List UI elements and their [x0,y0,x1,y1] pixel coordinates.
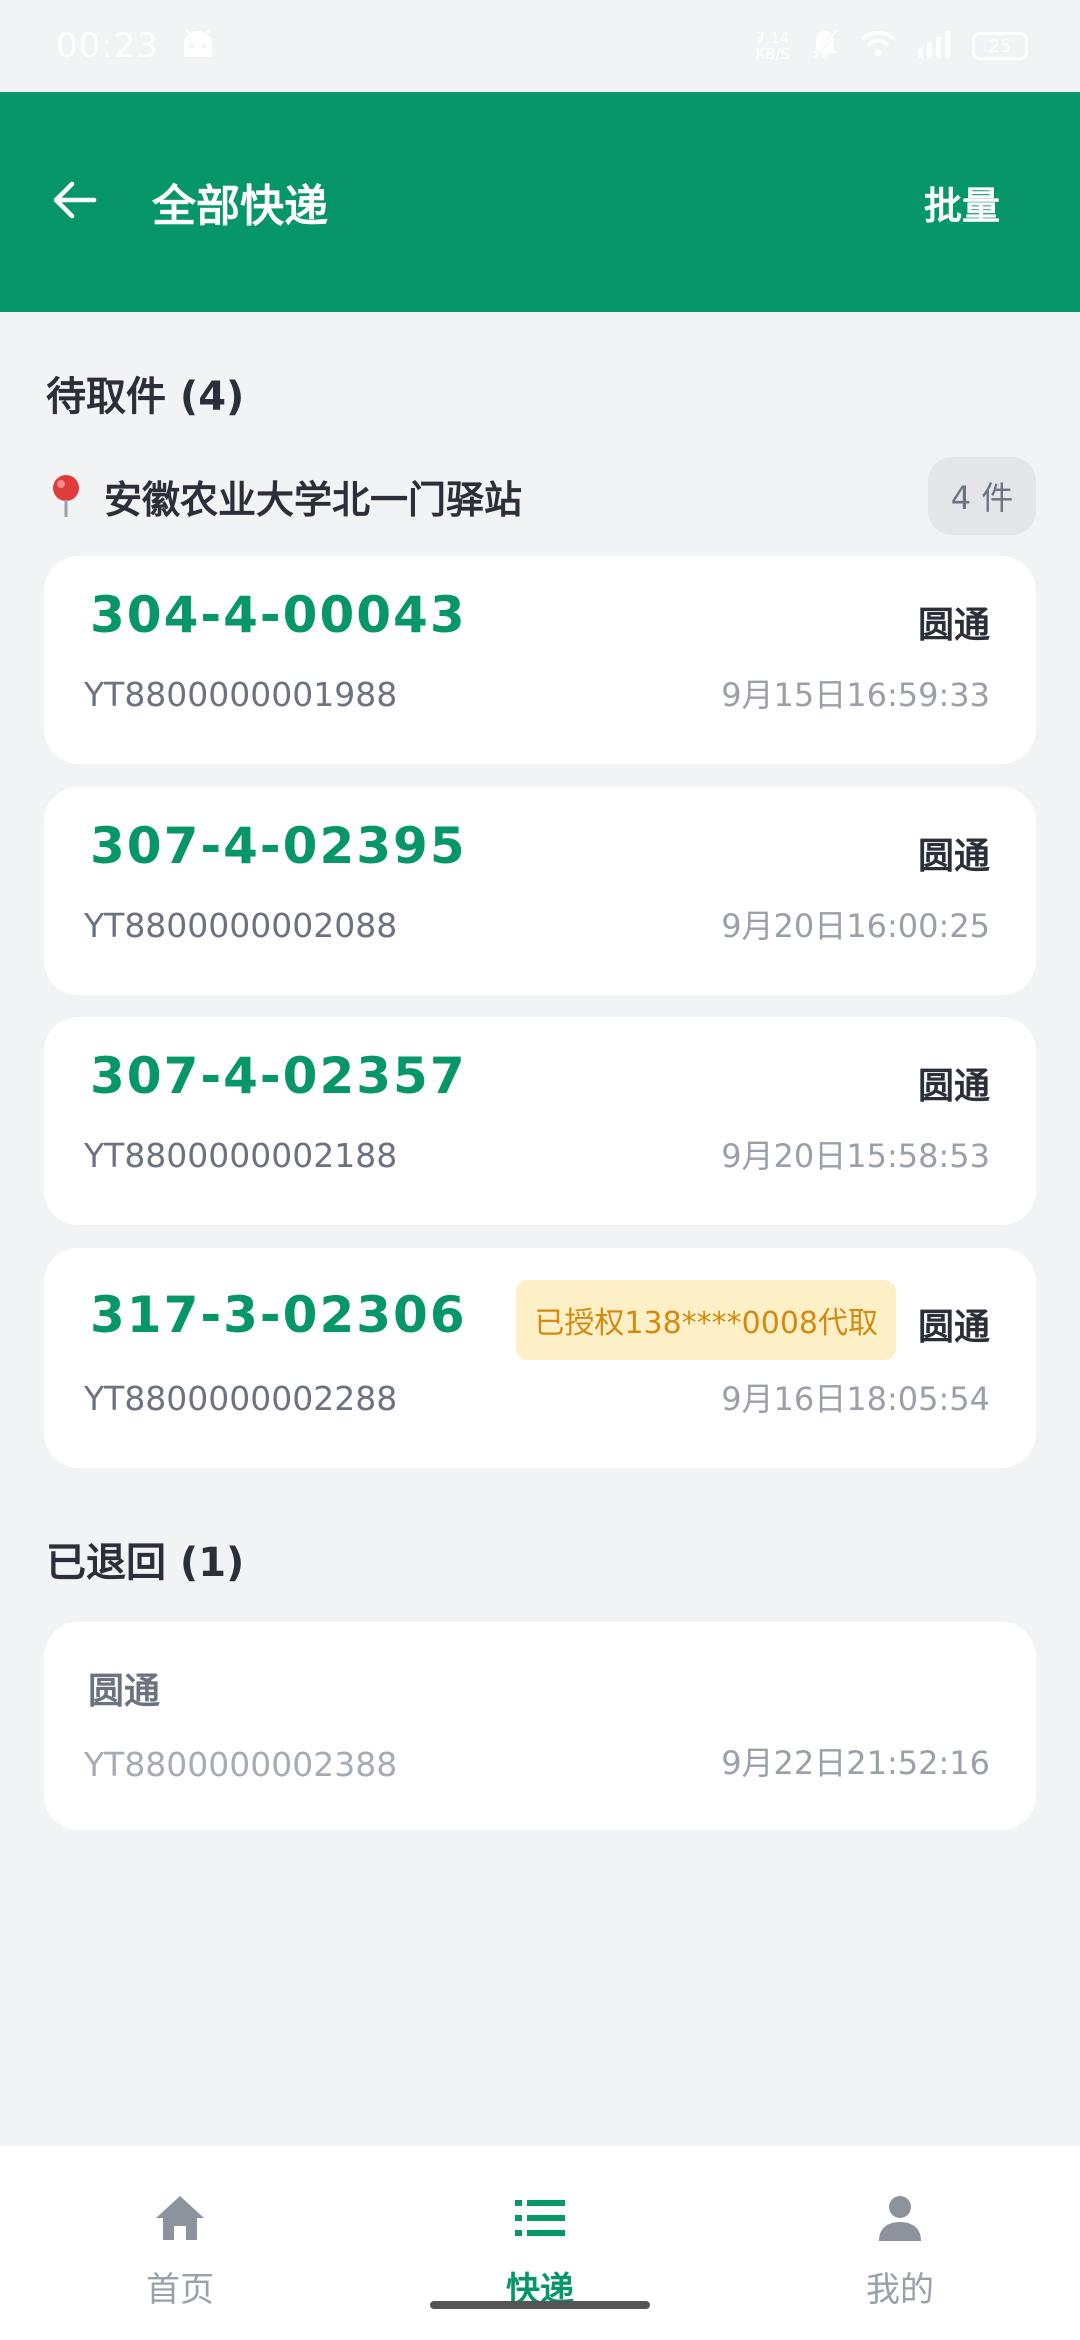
location-pin-icon [46,472,86,520]
status-time: 00:23 [56,26,159,66]
nav-label-home: 首页 [146,2270,214,2310]
arrival-time: 9月16日18:05:54 [721,1380,990,1418]
station-name: 安徽农业大学北一门驿站 [104,477,523,522]
section-title-returned: 已退回 (1) [46,1540,245,1586]
tracking-number: YT8800000002188 [84,1136,398,1175]
user-icon [870,2188,930,2248]
wifi-icon [860,30,896,62]
tracking-number: YT8800000002088 [84,906,398,945]
parcel-card[interactable]: 307-4-02395 圆通 YT8800000002088 9月20日16:0… [44,787,1036,995]
returned-parcel-card[interactable]: 圆通 YT8800000002388 9月22日21:52:16 [44,1622,1036,1830]
app-bar: 全部快递 批量 [0,92,1080,312]
nav-item-profile[interactable]: 我的 [720,2146,1080,2340]
pickup-code: 307-4-02357 [90,1047,467,1105]
parcel-card[interactable]: 317-3-02306 已授权138****0008代取 圆通 YT880000… [44,1248,1036,1468]
arrival-time: 9月20日15:58:53 [721,1137,990,1175]
pickup-code: 307-4-02395 [90,817,467,875]
home-indicator [430,2301,650,2309]
battery-indicator: 25 [972,32,1028,60]
parcel-card[interactable]: 307-4-02357 圆通 YT8800000002188 9月20日15:5… [44,1017,1036,1225]
home-icon [150,2188,210,2248]
carrier-name: 圆通 [88,1671,161,1712]
list-icon [510,2188,570,2248]
station-count-badge: 4 件 [928,457,1036,535]
nav-label-profile: 我的 [866,2270,934,2310]
bell-muted-icon [810,28,840,64]
nav-item-parcels[interactable]: 快递 [360,2146,720,2340]
nav-item-home[interactable]: 首页 [0,2146,360,2340]
authorized-pickup-badge: 已授权138****0008代取 [516,1280,896,1360]
android-icon [181,28,215,63]
carrier-name: 圆通 [917,1066,990,1107]
arrow-left-icon [52,180,98,224]
net-speed: 7.14 KB/S [755,29,790,63]
bottom-nav: 首页 快递 我的 [0,2146,1080,2340]
carrier-name: 圆通 [917,836,990,877]
carrier-name: 圆通 [917,1307,990,1348]
pickup-code: 304-4-00043 [90,586,467,644]
status-bar: 00:23 7.14 KB/S 25 [0,0,1080,92]
parcel-card[interactable]: 304-4-00043 圆通 YT8800000001988 9月15日16:5… [44,556,1036,764]
tracking-number: YT8800000001988 [84,675,398,714]
arrival-time: 9月15日16:59:33 [721,676,990,714]
back-button[interactable] [40,167,110,237]
pickup-code: 317-3-02306 [90,1286,467,1344]
arrival-time: 9月20日16:00:25 [721,907,990,945]
carrier-name: 圆通 [917,605,990,646]
return-time: 9月22日21:52:16 [721,1744,990,1782]
batch-button[interactable]: 批量 [924,175,1000,230]
page-title: 全部快递 [152,181,328,232]
tracking-number: YT8800000002288 [84,1379,398,1418]
signal-icon [916,29,952,63]
tracking-number: YT8800000002388 [84,1745,398,1784]
section-title-pending: 待取件 (4) [46,374,245,420]
station-row[interactable]: 安徽农业大学北一门驿站 4 件 [46,456,1036,536]
